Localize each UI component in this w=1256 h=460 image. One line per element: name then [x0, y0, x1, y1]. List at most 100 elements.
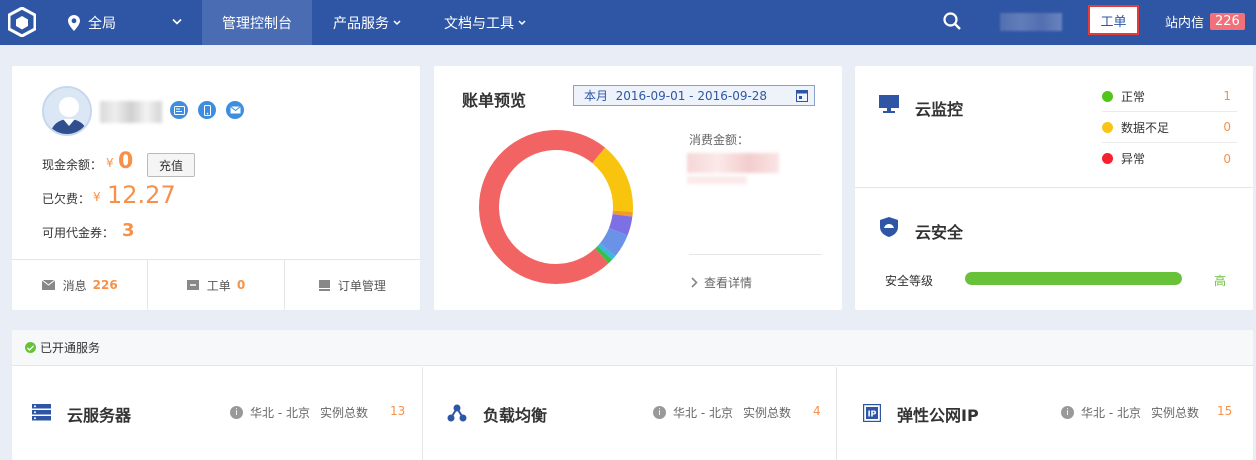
cash-balance-value: 0 [118, 149, 134, 174]
inbox-label: 站内信 [1165, 15, 1205, 31]
active-services-card: 已开通服务 云服务器 i 华北 - 北京 实例总数 13 负载均衡 i 华北 -… [12, 330, 1253, 460]
orders-link[interactable]: 订单管理 [285, 260, 420, 310]
status-normal-label: 正常 [1121, 89, 1146, 104]
security-level-value: 高 [1214, 274, 1227, 288]
donut-segment-0 [479, 130, 609, 284]
chevron-down-icon [393, 19, 401, 25]
spend-label: 消费金额： [689, 133, 750, 147]
service-elastic-ip[interactable]: IP 弹性公网IP i 华北 - 北京 实例总数 15 [837, 367, 1253, 460]
monitor-security-card: 云监控 正常 1 数据不足 0 异常 0 云安全 安全等级 高 [855, 66, 1253, 310]
donut-segment-6 [594, 245, 613, 264]
tickets-link[interactable]: 工单 0 [148, 260, 285, 310]
status-abnormal[interactable]: 异常 0 [1102, 143, 1237, 174]
cloud-monitor-title: 云监控 [915, 100, 964, 119]
ticket-icon [186, 280, 199, 290]
status-abnormal-label: 异常 [1121, 152, 1146, 166]
service-count: 13 [390, 404, 406, 418]
account-footer: 消息 226 工单 0 订单管理 [12, 259, 420, 310]
shield-icon [880, 217, 898, 237]
ticket-button[interactable]: 工单 [1088, 5, 1139, 35]
donut-segment-4 [599, 227, 628, 257]
calendar-icon [796, 90, 808, 102]
cash-currency: ¥ [106, 156, 114, 170]
id-card-icon[interactable] [170, 101, 188, 119]
status-dot [1102, 90, 1113, 102]
service-load-balancer[interactable]: 负载均衡 i 华北 - 北京 实例总数 4 [423, 367, 837, 460]
service-count-label: 实例总数 [319, 406, 368, 420]
svg-text:IP: IP [868, 410, 877, 419]
email-icon[interactable] [226, 101, 244, 119]
server-icon [32, 404, 51, 421]
recharge-button[interactable]: 充值 [147, 153, 195, 177]
security-level-bar [965, 272, 1182, 285]
messages-link[interactable]: 消息 226 [12, 260, 149, 310]
check-circle-icon [25, 342, 36, 353]
mail-icon [41, 280, 55, 290]
mobile-phone-icon[interactable] [198, 101, 216, 119]
owed-value: 12.27 [107, 181, 176, 209]
service-region: 华北 - 北京 [673, 406, 733, 420]
tab-docs-tools[interactable]: 文档与工具 [430, 0, 540, 45]
recharge-label: 充值 [158, 158, 183, 173]
bill-preview-card: 账单预览 本月 2016-09-01 - 2016-09-28 消费金额： 查看… [434, 66, 842, 310]
date-range-text: 本月 2016-09-01 - 2016-09-28 [584, 89, 768, 103]
chevron-down-icon [518, 19, 526, 25]
messages-count: 226 [92, 278, 118, 292]
service-info: i 华北 - 北京 实例总数 [653, 404, 791, 421]
service-info: i 华北 - 北京 实例总数 [1061, 404, 1199, 421]
region-label: 全局 [88, 15, 116, 32]
tab-products[interactable]: 产品服务 [312, 0, 422, 45]
avatar[interactable] [42, 86, 92, 136]
view-details-label: 查看详情 [704, 276, 753, 290]
monitor-icon [879, 95, 899, 113]
brand-logo-icon[interactable] [8, 7, 36, 37]
service-count: 4 [813, 404, 821, 418]
username-redacted [100, 101, 162, 123]
view-details-link[interactable]: 查看详情 [691, 274, 752, 291]
service-cloud-server[interactable]: 云服务器 i 华北 - 北京 实例总数 13 [12, 367, 423, 460]
security-level-label: 安全等级 [885, 274, 934, 288]
service-name: 弹性公网IP [897, 406, 979, 425]
donut-segment-3 [608, 213, 633, 236]
cloud-monitor-section: 云监控 正常 1 数据不足 0 异常 0 [855, 66, 1253, 188]
status-insufficient[interactable]: 数据不足 0 [1102, 112, 1237, 143]
chevron-down-icon [172, 18, 182, 25]
search-icon[interactable] [943, 12, 961, 30]
spend-detail-redacted [687, 176, 747, 184]
ticket-button-label: 工单 [1100, 14, 1127, 30]
voucher-label: 可用代金券： [42, 226, 115, 240]
orders-label: 订单管理 [337, 278, 386, 293]
messages-label: 消息 [62, 278, 87, 293]
bill-title: 账单预览 [462, 91, 527, 110]
account-card: 现金余额： ¥ 0 充值 已欠费： ¥ 12.27 可用代金券： 3 消息 22… [12, 66, 420, 310]
status-normal-count: 1 [1223, 89, 1231, 103]
status-normal[interactable]: 正常 1 [1102, 81, 1237, 112]
service-region: 华北 - 北京 [1081, 406, 1141, 420]
service-count-label: 实例总数 [742, 406, 791, 420]
region-selector[interactable]: 全局 [68, 0, 192, 45]
services-header: 已开通服务 [12, 330, 1253, 366]
tab-docs-label: 文档与工具 [444, 15, 514, 32]
tab-console[interactable]: 管理控制台 [202, 0, 312, 45]
status-insufficient-label: 数据不足 [1121, 120, 1170, 135]
chevron-right-icon [691, 277, 698, 288]
user-account-menu[interactable] [1000, 13, 1062, 31]
status-insufficient-count: 0 [1223, 120, 1231, 134]
order-icon [318, 279, 330, 291]
billing-donut-chart [479, 130, 633, 284]
top-nav-bar: 全局 管理控制台 产品服务 文档与工具 工单 站内信 226 [0, 0, 1256, 45]
service-name: 负载均衡 [483, 406, 548, 425]
voucher-value: 3 [122, 220, 135, 241]
info-icon: i [653, 406, 666, 419]
owed-currency: ¥ [93, 190, 101, 204]
cash-balance-label: 现金余额： [42, 158, 103, 172]
tickets-label: 工单 [206, 278, 231, 293]
date-range-picker[interactable]: 本月 2016-09-01 - 2016-09-28 [573, 85, 815, 106]
inbox-link[interactable]: 站内信 226 [1165, 0, 1245, 42]
location-pin-icon [68, 14, 80, 31]
spend-amount-redacted [687, 153, 779, 173]
tab-console-label: 管理控制台 [222, 15, 292, 32]
user-avatar-icon [50, 97, 88, 134]
owed-label: 已欠费： [42, 192, 91, 206]
status-dot [1102, 153, 1113, 164]
